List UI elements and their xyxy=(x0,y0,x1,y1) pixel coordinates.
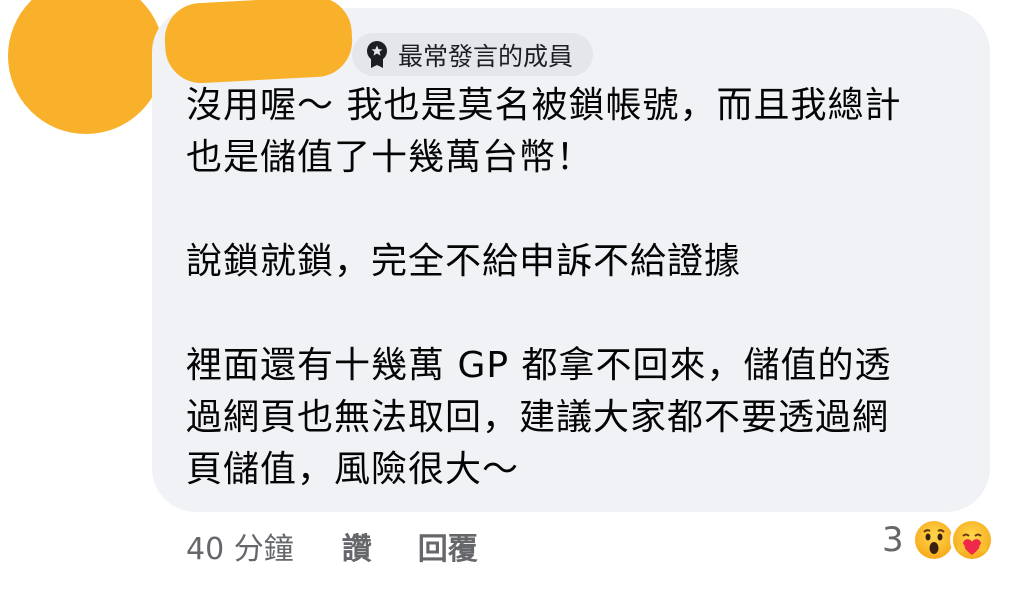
comment-actions: 40 分鐘 讚 回覆 xyxy=(186,524,478,568)
comment-line: 也是儲值了十幾萬台幣！ xyxy=(186,137,594,178)
reactions-summary[interactable]: 3 xyxy=(882,518,994,562)
comment-line: 頁儲值，風險很大～ xyxy=(186,449,520,490)
comment-text: 沒用喔～ 我也是莫名被鎖帳號，而且我總計 也是儲值了十幾萬台幣！ 說鎖就鎖，完全… xyxy=(186,80,976,496)
care-emoji-icon xyxy=(949,518,994,562)
comment-line: 沒用喔～ 我也是莫名被鎖帳號，而且我總計 xyxy=(186,85,902,126)
author-name-redacted[interactable] xyxy=(163,0,354,85)
comment-line: 說鎖就鎖，完全不給申訴不給證據 xyxy=(186,241,742,282)
comment-timestamp[interactable]: 40 分鐘 xyxy=(186,524,294,568)
top-contributor-badge[interactable]: 最常發言的成員 xyxy=(352,33,594,76)
comment-view: 最常發言的成員 沒用喔～ 我也是莫名被鎖帳號，而且我總計 也是儲值了十幾萬台幣！… xyxy=(0,0,1024,597)
like-button[interactable]: 讚 xyxy=(342,524,372,568)
badge-ribbon-icon xyxy=(364,40,390,70)
comment-line: 裡面還有十幾萬 GP 都拿不回來，儲值的透 xyxy=(186,345,892,386)
avatar[interactable] xyxy=(8,0,164,134)
reply-button[interactable]: 回覆 xyxy=(418,524,478,568)
comment-line: 過網頁也無法取回，建議大家都不要透過網 xyxy=(186,397,890,438)
reaction-count: 3 xyxy=(882,520,904,560)
badge-label: 最常發言的成員 xyxy=(398,41,574,71)
